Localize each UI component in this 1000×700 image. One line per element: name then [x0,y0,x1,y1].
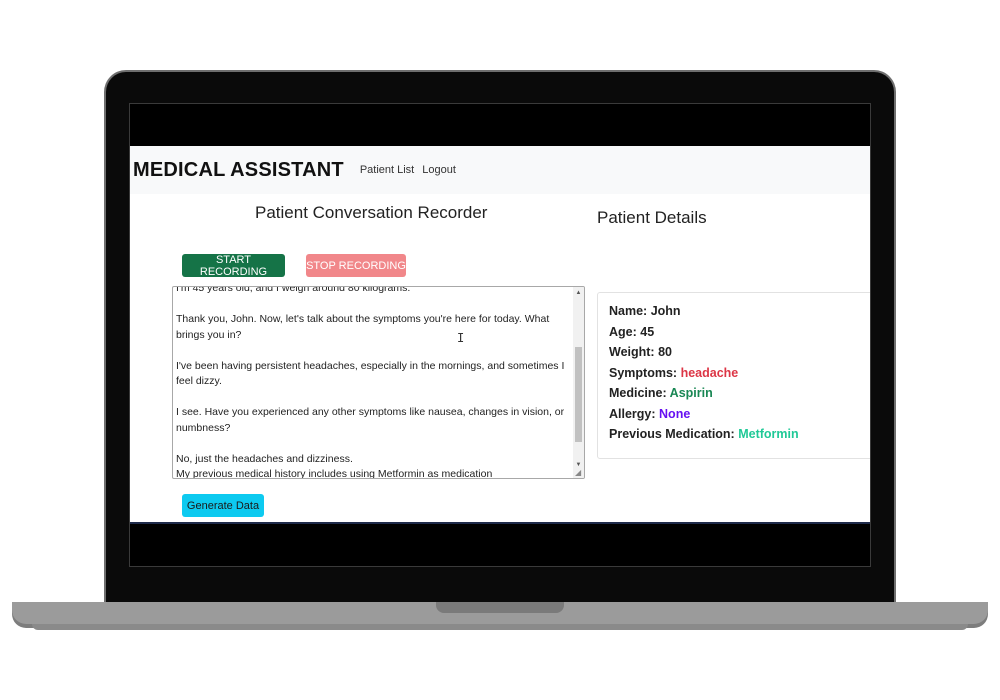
details-title: Patient Details [597,208,707,227]
detail-age: Age: 45 [609,325,654,339]
transcript-line: No, just the headaches and dizziness. [176,452,353,465]
detail-name: Name: John [609,304,681,318]
detail-label: Name: [609,304,648,318]
transcript-line: I'm 45 years old, and I weigh around 80 … [176,286,411,294]
nav-link-logout[interactable]: Logout [422,164,456,176]
detail-label: Medicine: [609,386,667,400]
detail-value: Metformin [738,427,799,441]
transcript-line: My previous medical history includes usi… [176,468,493,479]
detail-value: None [659,406,691,421]
detail-value: John [650,304,681,318]
transcript-text: I'm 45 years old, and I weigh around 80 … [176,286,572,479]
generate-data-button[interactable]: Generate Data [182,494,264,517]
transcript-line: I see. Have you experienced any other sy… [176,406,565,434]
detail-value: 45 [640,324,655,339]
detail-label: Allergy: [609,406,656,421]
details-card: Name: John Age: 45 Weight: 80 Symptoms: … [597,292,870,459]
detail-label: Age: [609,324,637,339]
stop-recording-button[interactable]: STOP RECORDING [306,254,406,277]
transcript-line: Thank you, John. Now, let's talk about t… [176,313,550,341]
detail-value: headache [680,365,739,380]
scroll-thumb[interactable] [575,347,582,442]
detail-value: 80 [658,345,672,359]
resize-grip-icon[interactable]: ◢ [575,469,583,477]
detail-label: Symptoms: [609,365,678,380]
navbar: MEDICAL ASSISTANT Patient List Logout [130,146,870,194]
scroll-up-icon[interactable]: ▲ [573,287,584,298]
transcript-scrollbar[interactable]: ▲ ▼ [573,287,584,478]
app-window: MEDICAL ASSISTANT Patient List Logout Pa… [130,146,870,524]
nav-link-patient-list[interactable]: Patient List [360,164,414,176]
transcript-textarea[interactable]: I'm 45 years old, and I weigh around 80 … [172,286,585,479]
laptop-base-shadow [32,624,968,630]
detail-medicine: Medicine: Aspirin [609,386,713,400]
text-cursor-icon: I [457,331,465,345]
detail-label: Weight: [609,345,655,359]
detail-label: Previous Medication: [609,427,735,441]
recorder-title: Patient Conversation Recorder [255,203,488,222]
detail-allergy: Allergy: None [609,407,690,421]
laptop-notch [436,602,564,613]
detail-weight: Weight: 80 [609,345,672,359]
laptop-screen: MEDICAL ASSISTANT Patient List Logout Pa… [129,103,871,567]
transcript-line: I've been having persistent headaches, e… [176,359,565,388]
bottom-divider [130,522,870,524]
detail-value: Aspirin [669,386,713,400]
detail-symptoms: Symptoms: headache [609,366,738,380]
detail-previous-medication: Previous Medication: Metformin [609,427,799,441]
start-recording-button[interactable]: START RECORDING [182,254,285,278]
brand-title[interactable]: MEDICAL ASSISTANT [133,159,344,182]
